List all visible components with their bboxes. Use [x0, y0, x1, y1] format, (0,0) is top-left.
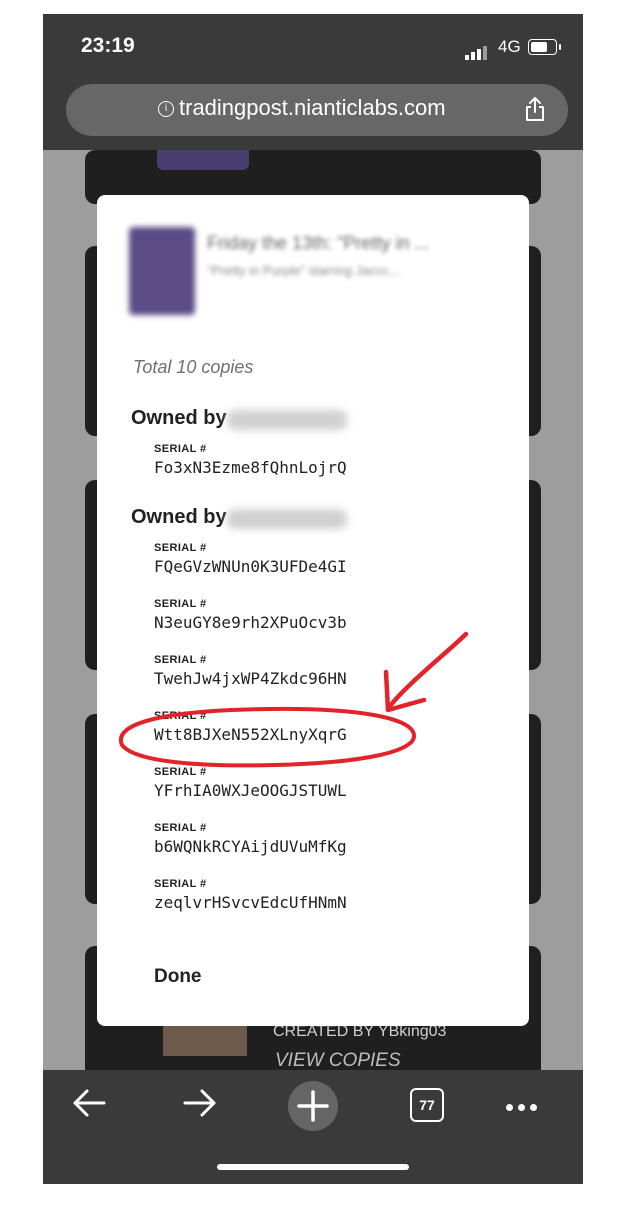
highlight-ellipse	[118, 706, 416, 768]
red-annotation-overlay	[118, 631, 469, 768]
arrow-line	[385, 631, 469, 712]
